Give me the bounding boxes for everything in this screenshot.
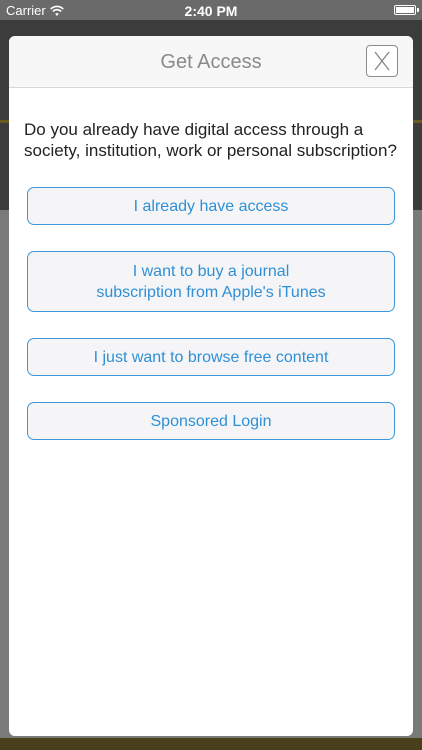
access-question: Do you already have digital access throu… [24,120,397,160]
status-time: 2:40 PM [184,3,238,19]
button-label: I want to buy a journal subscription fro… [96,261,325,303]
buy-subscription-button[interactable]: I want to buy a journal subscription fro… [27,251,395,312]
already-have-access-button[interactable]: I already have access [27,187,395,225]
button-label-line-2: subscription from Apple's iTunes [96,283,326,301]
status-bar: Carrier 2:40 PM [0,0,422,22]
dialog-header: Get Access [9,36,413,88]
get-access-dialog: Get Access Do you already have digital a… [9,36,413,736]
battery-icon [394,5,419,15]
close-icon [374,51,390,71]
button-label: Sponsored Login [150,412,272,430]
button-label: I just want to browse free content [93,348,329,366]
sponsored-login-button[interactable]: Sponsored Login [27,402,395,440]
close-button[interactable] [366,45,398,77]
button-label: I already have access [133,197,289,215]
button-label-line-1: I want to buy a journal [132,262,290,280]
dimmed-bottom-bar [0,738,422,750]
browse-free-content-button[interactable]: I just want to browse free content [27,338,395,376]
dialog-title: Get Access [160,51,262,73]
